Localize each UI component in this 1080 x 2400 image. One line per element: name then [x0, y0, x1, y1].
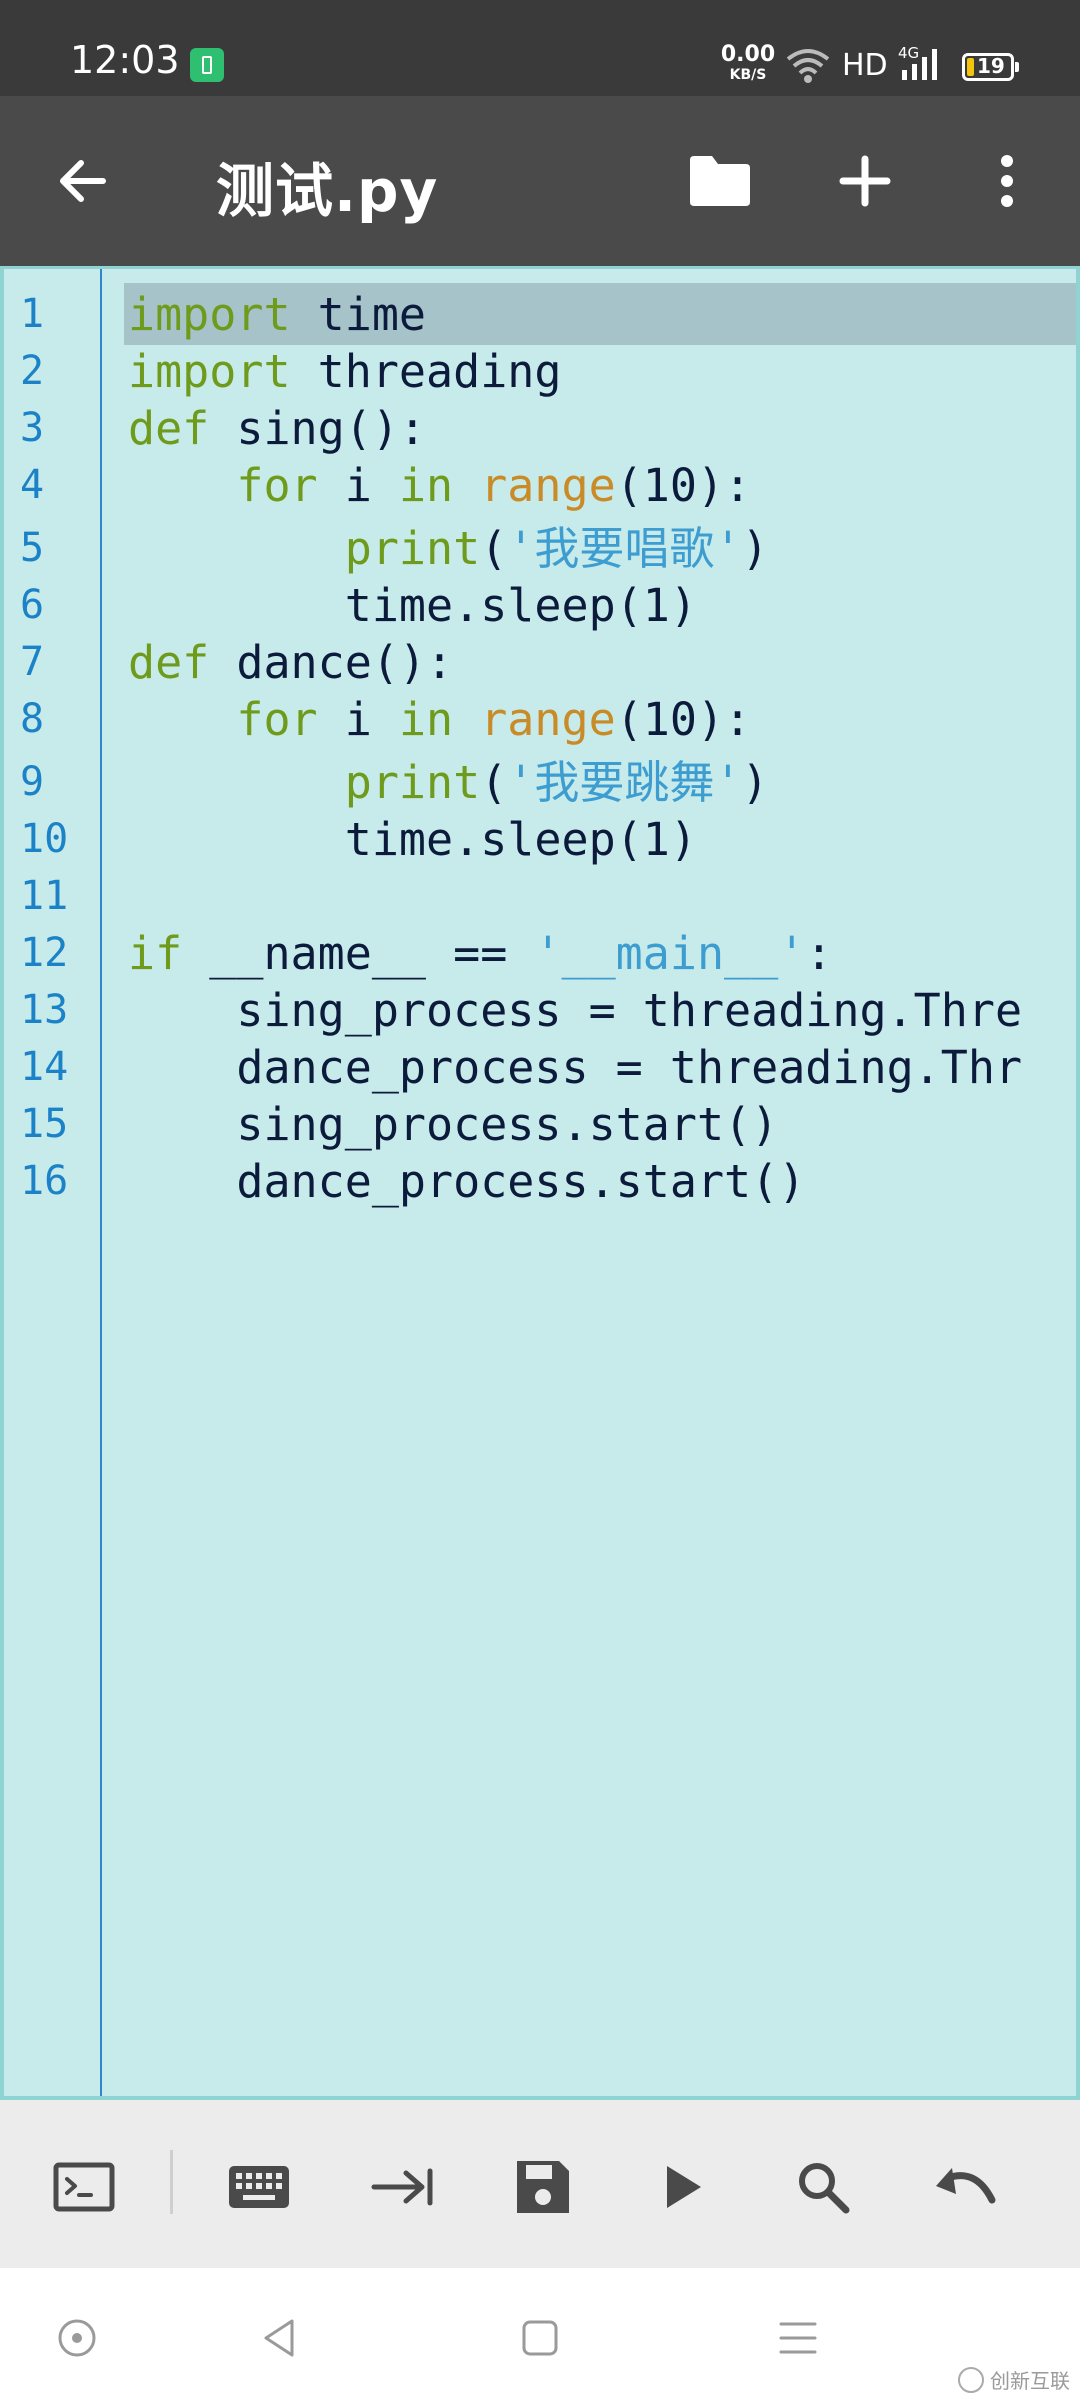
network-speed-value: 0.00 — [720, 42, 776, 67]
signal-icon: 4G — [898, 44, 946, 88]
network-type-label: 4G — [898, 44, 919, 62]
watermark: 创新互联 — [958, 2365, 1070, 2394]
code-line[interactable]: sing_process = threading.Thre — [128, 982, 1076, 1039]
save-button[interactable] — [506, 2150, 580, 2224]
keyboard-button[interactable] — [222, 2150, 296, 2224]
wifi-icon — [785, 45, 831, 89]
search-button[interactable] — [786, 2150, 860, 2224]
code-line[interactable]: print('我要跳舞') — [128, 754, 1076, 811]
code-line[interactable]: for i in range(10): — [128, 691, 1076, 748]
run-button[interactable] — [646, 2150, 720, 2224]
line-number: 5 — [20, 525, 45, 571]
assistant-button[interactable] — [47, 2308, 107, 2368]
code-line[interactable]: time.sleep(1) — [128, 577, 1076, 634]
tab-indent-icon — [371, 2168, 433, 2206]
status-bar: 12:03 0.00 KB/S HD 4G 19 — [0, 0, 1080, 96]
code-line[interactable]: dance_process.start() — [128, 1153, 1076, 1210]
battery-level: 19 — [977, 54, 1005, 78]
assistant-dot-icon — [58, 2319, 96, 2357]
more-options-button[interactable] — [972, 146, 1042, 216]
watermark-logo-icon — [958, 2366, 984, 2393]
code-line[interactable]: print('我要唱歌') — [128, 520, 1076, 577]
code-line[interactable]: def dance(): — [128, 634, 1076, 691]
keyboard-icon — [229, 2166, 289, 2208]
nav-home-button[interactable] — [510, 2308, 570, 2368]
line-number: 16 — [20, 1158, 69, 1204]
battery-icon: 19 — [962, 53, 1019, 81]
code-line[interactable]: sing_process.start() — [128, 1096, 1076, 1153]
terminal-icon — [53, 2162, 115, 2212]
home-square-icon — [522, 2320, 558, 2356]
tab-indent-button[interactable] — [366, 2150, 440, 2224]
code-editor[interactable]: 1 2 3 4 5 6 7 8 9 10 11 12 13 14 15 16 i… — [0, 266, 1080, 2100]
code-line[interactable]: import time — [128, 286, 1076, 343]
app-bar: 测试.py — [0, 96, 1080, 266]
recents-menu-icon — [779, 2322, 817, 2354]
more-vertical-icon — [1001, 155, 1013, 207]
open-folder-button[interactable] — [685, 146, 755, 216]
back-triangle-icon — [264, 2319, 294, 2357]
gutter-divider — [100, 269, 102, 2096]
line-number: 11 — [20, 873, 69, 919]
line-number: 2 — [20, 348, 45, 394]
line-number: 14 — [20, 1044, 69, 1090]
plus-icon — [839, 155, 891, 207]
network-speed: 0.00 KB/S — [718, 42, 778, 83]
battery-fill — [967, 58, 974, 76]
line-number: 7 — [20, 639, 45, 685]
line-number: 15 — [20, 1101, 69, 1147]
battery-saver-icon — [190, 48, 224, 82]
code-line[interactable]: def sing(): — [128, 400, 1076, 457]
nav-back-button[interactable] — [250, 2308, 310, 2368]
line-number: 6 — [20, 582, 45, 628]
network-speed-unit: KB/S — [729, 67, 767, 83]
line-number: 8 — [20, 696, 45, 742]
terminal-button[interactable] — [47, 2150, 121, 2224]
save-icon — [517, 2161, 569, 2213]
code-line[interactable]: import threading — [128, 343, 1076, 400]
file-title: 测试.py — [216, 157, 439, 225]
run-icon — [667, 2166, 701, 2208]
undo-button[interactable] — [928, 2150, 1002, 2224]
line-number: 4 — [20, 462, 45, 508]
line-number: 12 — [20, 930, 69, 976]
system-nav-bar: 创新互联 — [0, 2268, 1080, 2400]
hd-label: HD — [842, 48, 888, 83]
line-number: 3 — [20, 405, 45, 451]
code-line[interactable] — [128, 868, 1076, 925]
undo-icon — [936, 2168, 996, 2204]
folder-icon — [690, 156, 750, 206]
new-file-button[interactable] — [830, 146, 900, 216]
toolbar-divider — [170, 2150, 173, 2214]
editor-toolbar — [0, 2100, 1080, 2268]
line-number: 1 — [20, 291, 45, 337]
watermark-text: 创新互联 — [990, 2369, 1070, 2393]
code-line[interactable]: time.sleep(1) — [128, 811, 1076, 868]
nav-recents-button[interactable] — [768, 2308, 828, 2368]
code-line[interactable]: for i in range(10): — [128, 457, 1076, 514]
status-time: 12:03 — [70, 38, 180, 82]
code-line[interactable]: if __name__ == '__main__': — [128, 925, 1076, 982]
line-number: 10 — [20, 816, 69, 862]
line-number: 13 — [20, 987, 69, 1033]
line-number: 9 — [20, 759, 45, 805]
back-button[interactable] — [48, 146, 118, 216]
code-line[interactable]: dance_process = threading.Thr — [128, 1039, 1076, 1096]
search-icon — [799, 2163, 850, 2214]
back-arrow-icon — [60, 160, 106, 202]
